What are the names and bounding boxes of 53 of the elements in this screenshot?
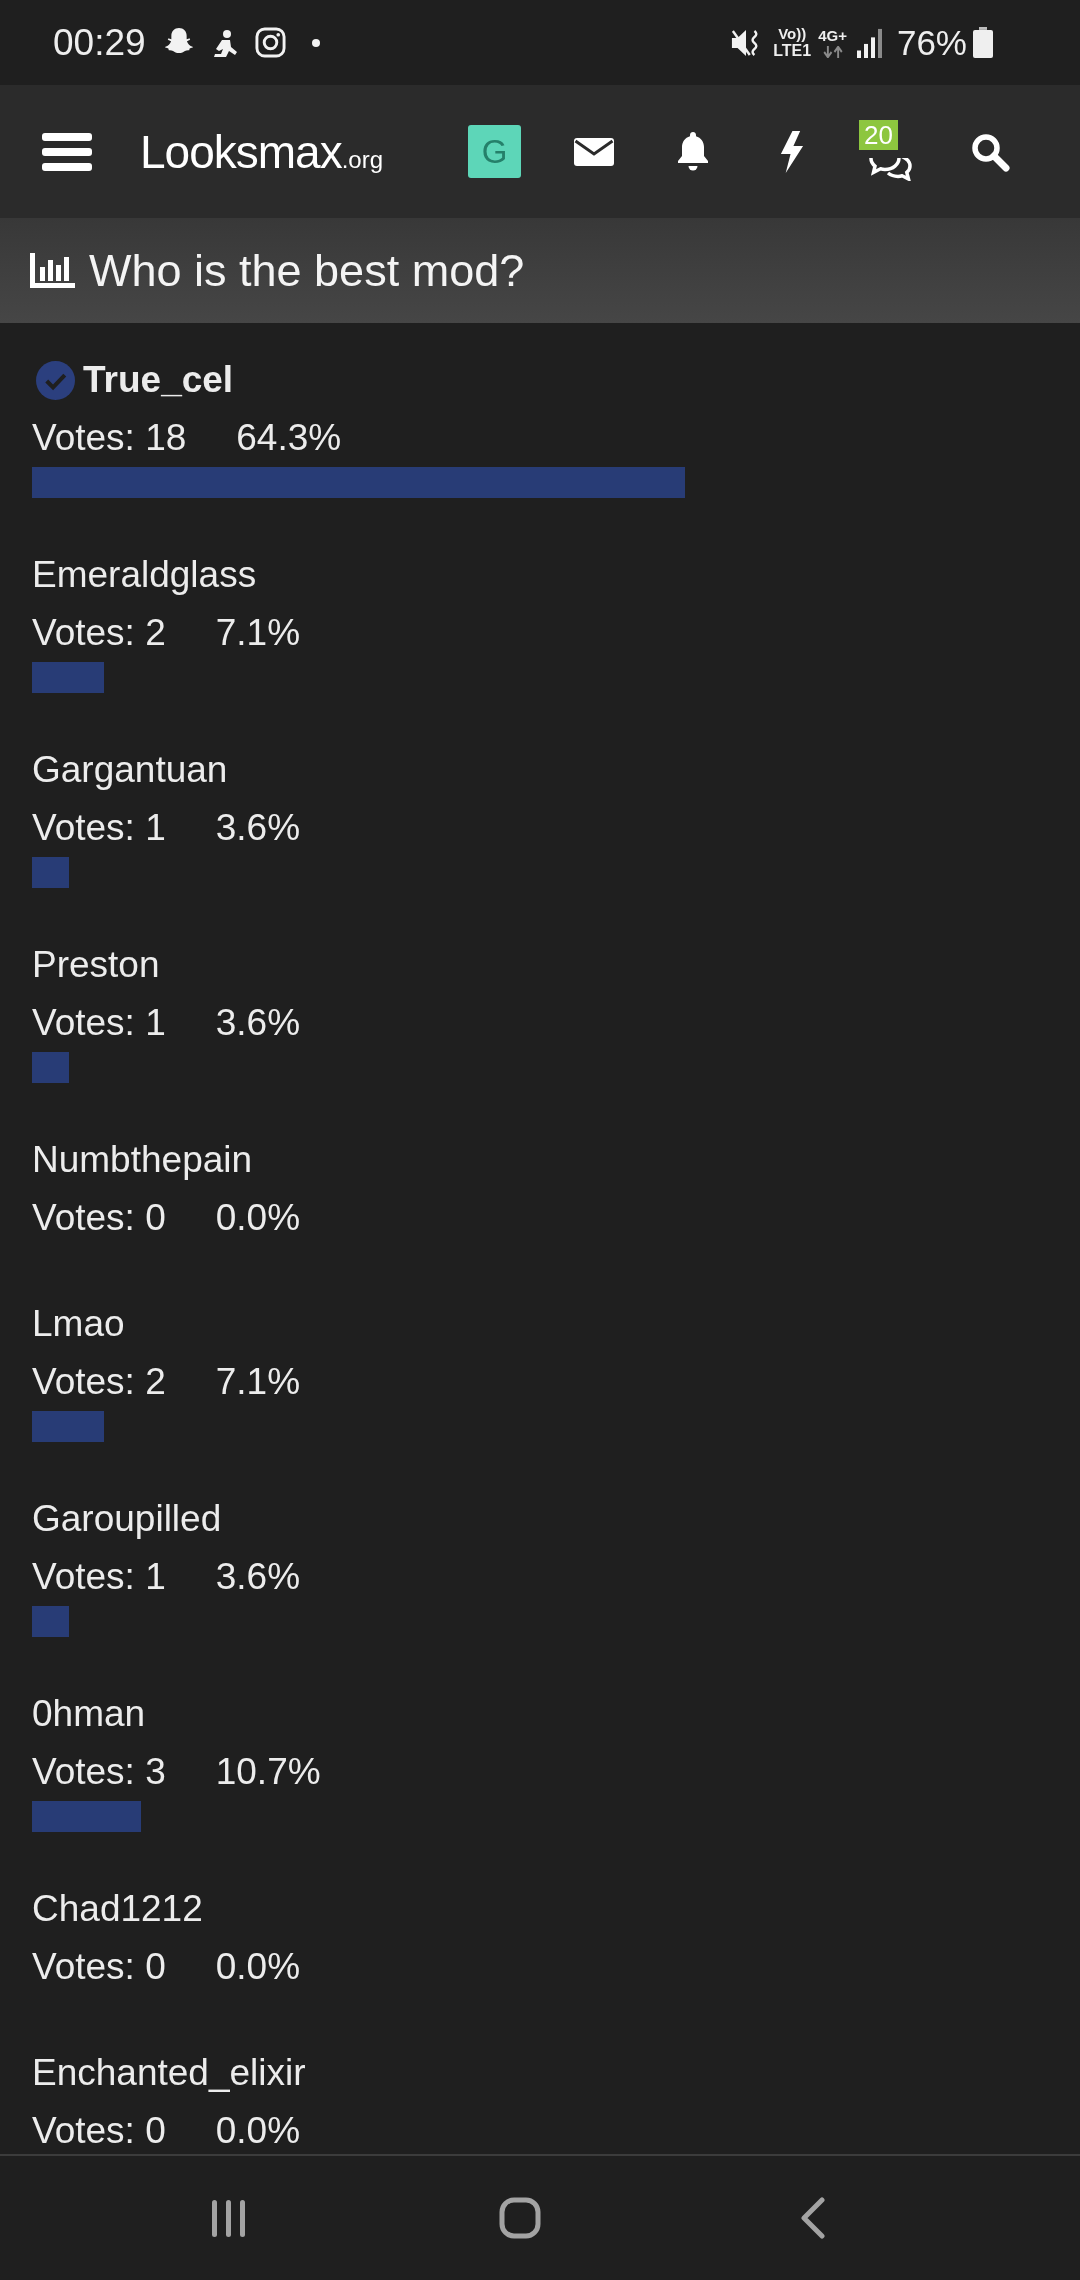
- network-type-label: 4G+: [818, 27, 847, 44]
- option-name: 0hman: [32, 1693, 146, 1735]
- vote-percent: 64.3%: [236, 417, 342, 459]
- vote-count: Votes: 1: [32, 1002, 166, 1044]
- vote-percent: 10.7%: [215, 1751, 321, 1793]
- search-icon[interactable]: [969, 131, 1010, 172]
- vote-count: Votes: 0: [32, 1197, 166, 1239]
- site-logo[interactable]: Looksmax.org: [140, 124, 383, 179]
- option-name: True_cel: [83, 359, 234, 401]
- menu-icon[interactable]: [42, 131, 92, 172]
- vote-count: Votes: 0: [32, 1946, 166, 1988]
- option-name: Preston: [32, 944, 160, 986]
- vote-count: Votes: 18: [32, 417, 187, 459]
- bar-chart-icon: [30, 253, 75, 288]
- vote-percent: 3.6%: [215, 807, 301, 849]
- vote-percent: 7.1%: [215, 612, 301, 654]
- option-name: Lmao: [32, 1303, 125, 1345]
- home-icon[interactable]: [499, 2197, 541, 2239]
- vote-count: Votes: 3: [32, 1751, 166, 1793]
- lightning-icon[interactable]: [778, 130, 805, 173]
- vote-count: Votes: 2: [32, 612, 166, 654]
- figure-icon: [211, 28, 238, 57]
- vote-percent: 7.1%: [215, 1361, 301, 1403]
- dot-icon: [311, 38, 320, 47]
- count-badge: 20: [859, 119, 898, 150]
- battery-percent: 76%: [896, 22, 967, 63]
- vote-percent: 3.6%: [215, 1002, 301, 1044]
- battery-icon: [973, 27, 993, 58]
- vote-percent: 0.0%: [215, 2110, 301, 2152]
- option-name: Garoupilled: [32, 1498, 222, 1540]
- vote-count: Votes: 1: [32, 1556, 166, 1598]
- vote-percent: 3.6%: [215, 1556, 301, 1598]
- vote-percent: 0.0%: [215, 1197, 301, 1239]
- volte-label: Vo)): [778, 26, 807, 42]
- clock-time: 00:29: [53, 21, 146, 64]
- poll-title: Who is the best mod?: [89, 244, 525, 297]
- vote-count: Votes: 0: [32, 2110, 166, 2152]
- mail-icon[interactable]: [573, 137, 614, 166]
- data-arrows-icon: [821, 45, 844, 58]
- vote-count: Votes: 2: [32, 1361, 166, 1403]
- camera-icon: [254, 27, 286, 58]
- option-name: Chad1212: [32, 1888, 203, 1930]
- option-name: Numbthepain: [32, 1139, 253, 1181]
- chat-icon[interactable]: [867, 157, 914, 181]
- option-name: Emeraldglass: [32, 554, 257, 596]
- option-name: Enchanted_elixir: [32, 2052, 306, 2094]
- lte-label: LTE1: [773, 42, 812, 59]
- vote-percent: 0.0%: [215, 1946, 301, 1988]
- signal-icon: [856, 27, 883, 58]
- recent-apps-icon[interactable]: [209, 2199, 247, 2237]
- back-icon[interactable]: [798, 2197, 826, 2239]
- vote-count: Votes: 1: [32, 807, 166, 849]
- option-name: Gargantuan: [32, 749, 228, 791]
